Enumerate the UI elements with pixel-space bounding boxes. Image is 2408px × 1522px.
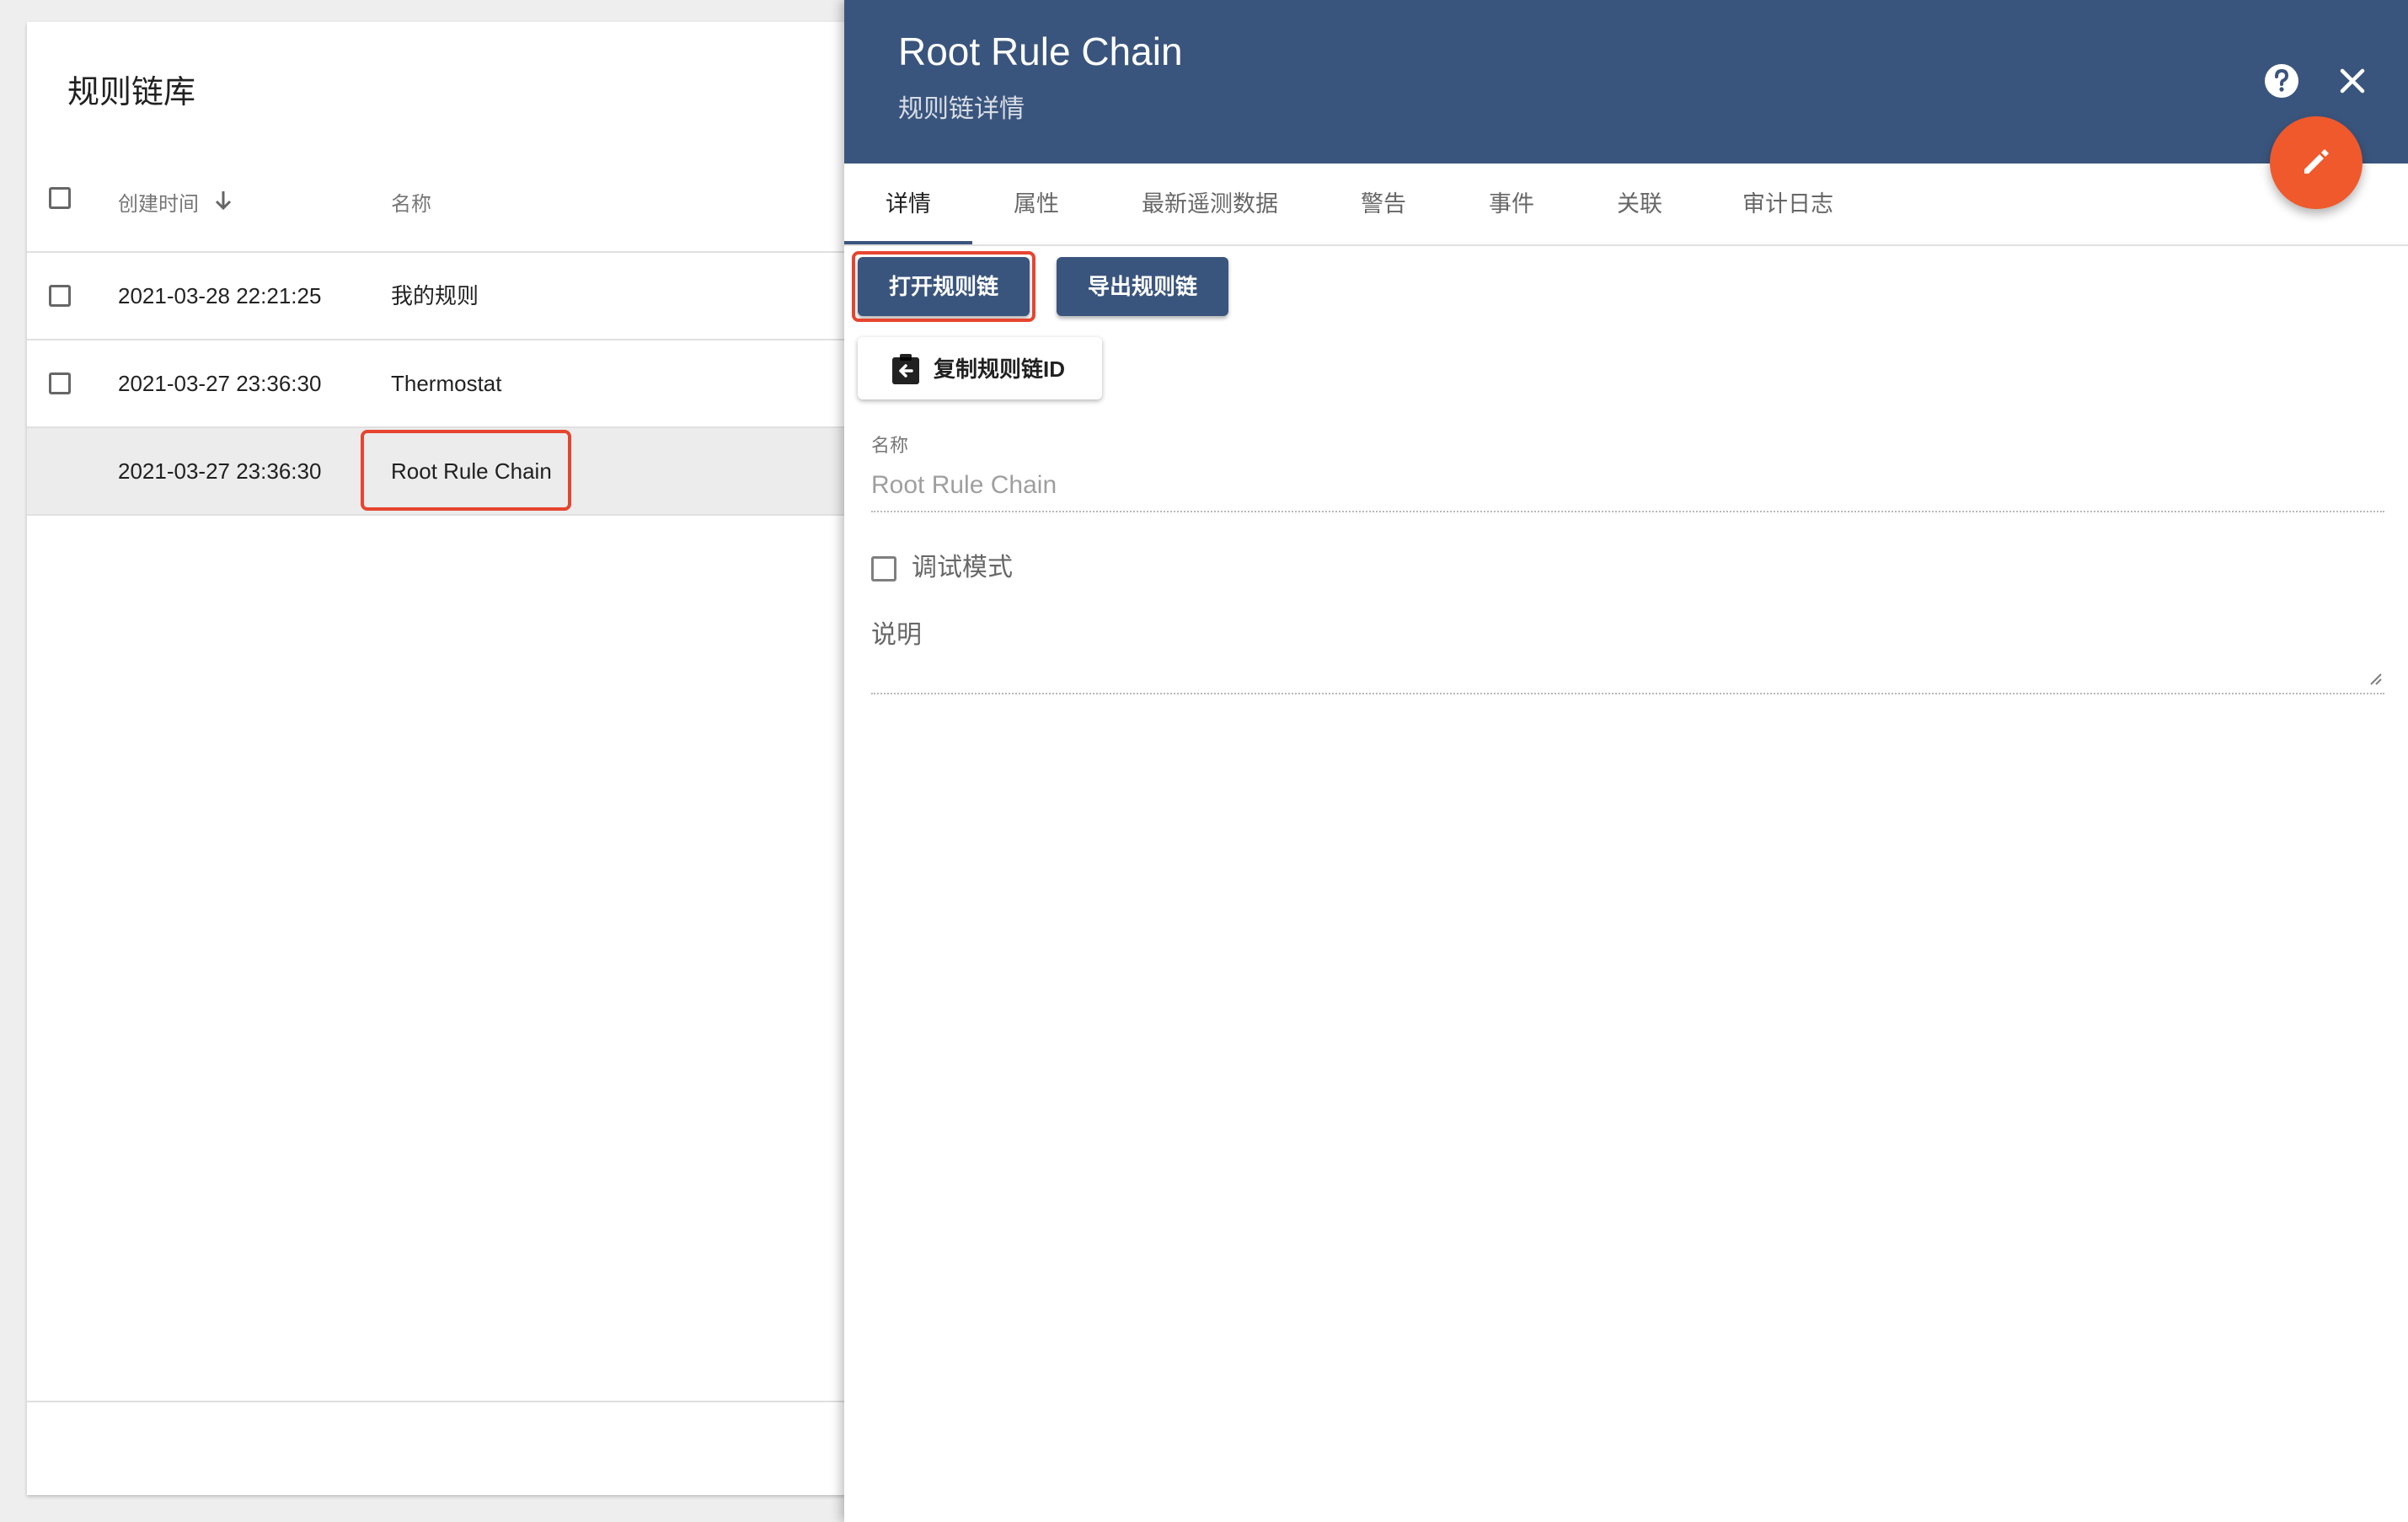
edit-button[interactable] xyxy=(2270,116,2363,209)
table-row[interactable]: 2021-03-27 23:36:30 Thermostat xyxy=(27,340,870,428)
help-icon[interactable] xyxy=(2261,61,2302,101)
rule-chain-library-panel: 规则链库 创建时间 名称 2021-03-28 22:21:25 我的规则 20… xyxy=(27,22,870,1495)
table-row[interactable]: 2021-03-28 22:21:25 我的规则 xyxy=(27,253,870,340)
table-footer-divider xyxy=(27,1401,870,1402)
tab-audit-logs[interactable]: 审计日志 xyxy=(1704,163,1872,244)
edit-pencil-icon xyxy=(2298,142,2335,184)
active-tab-indicator xyxy=(844,241,972,244)
page-title: 规则链库 xyxy=(67,75,196,110)
tab-latest-telemetry[interactable]: 最新遥测数据 xyxy=(1100,163,1319,244)
resize-grip-icon[interactable] xyxy=(2368,671,2383,690)
details-tabs: 详情 属性 最新遥测数据 警告 事件 关联 审计日志 xyxy=(844,163,2408,246)
row-name: Thermostat xyxy=(391,371,502,396)
row-name: 我的规则 xyxy=(391,283,479,308)
debug-mode-checkbox[interactable] xyxy=(871,556,896,581)
copy-rule-chain-id-button[interactable]: 复制规则链ID xyxy=(858,337,1102,399)
highlight-open-rule-chain xyxy=(852,251,1035,322)
row-checkbox[interactable] xyxy=(49,372,71,394)
sort-arrow-down-icon[interactable] xyxy=(213,189,233,222)
column-header-created-time[interactable]: 创建时间 xyxy=(118,188,233,222)
description-field-underline xyxy=(871,693,2384,694)
rule-chain-details-drawer: Root Rule Chain 规则链详情 详情 属性 最新遥测数据 警告 事件… xyxy=(844,0,2408,1522)
close-icon[interactable] xyxy=(2332,61,2373,101)
export-rule-chain-button[interactable]: 导出规则链 xyxy=(1057,257,1228,316)
row-created-time: 2021-03-27 23:36:30 xyxy=(118,371,322,396)
select-all-checkbox[interactable] xyxy=(49,187,71,209)
name-field-input[interactable]: Root Rule Chain xyxy=(871,467,1057,504)
clipboard-copy-icon xyxy=(890,352,922,392)
drawer-title: Root Rule Chain xyxy=(898,29,1183,73)
tab-alarms[interactable]: 警告 xyxy=(1319,163,1447,244)
tab-events[interactable]: 事件 xyxy=(1447,163,1576,244)
debug-mode-label[interactable]: 调试模式 xyxy=(912,549,1013,587)
tab-relations[interactable]: 关联 xyxy=(1576,163,1704,244)
row-checkbox[interactable] xyxy=(49,285,71,307)
row-created-time: 2021-03-27 23:36:30 xyxy=(118,458,322,484)
description-field-label[interactable]: 说明 xyxy=(871,617,922,654)
tab-details[interactable]: 详情 xyxy=(844,163,972,244)
name-field-underline xyxy=(871,511,2384,512)
drawer-header: Root Rule Chain 规则链详情 xyxy=(844,0,2408,163)
drawer-subtitle: 规则链详情 xyxy=(898,95,1025,123)
row-created-time: 2021-03-28 22:21:25 xyxy=(118,283,322,308)
table-header-row: 创建时间 名称 xyxy=(27,158,870,253)
copy-rule-chain-id-label: 复制规则链ID xyxy=(934,356,1066,382)
column-header-name[interactable]: 名称 xyxy=(391,188,431,222)
name-field-label: 名称 xyxy=(871,435,909,456)
highlight-root-rule-chain xyxy=(361,430,571,511)
column-header-created-time-label: 创建时间 xyxy=(118,193,199,216)
tab-attributes[interactable]: 属性 xyxy=(972,163,1100,244)
table-row-selected[interactable]: 2021-03-27 23:36:30 Root Rule Chain xyxy=(27,428,870,516)
